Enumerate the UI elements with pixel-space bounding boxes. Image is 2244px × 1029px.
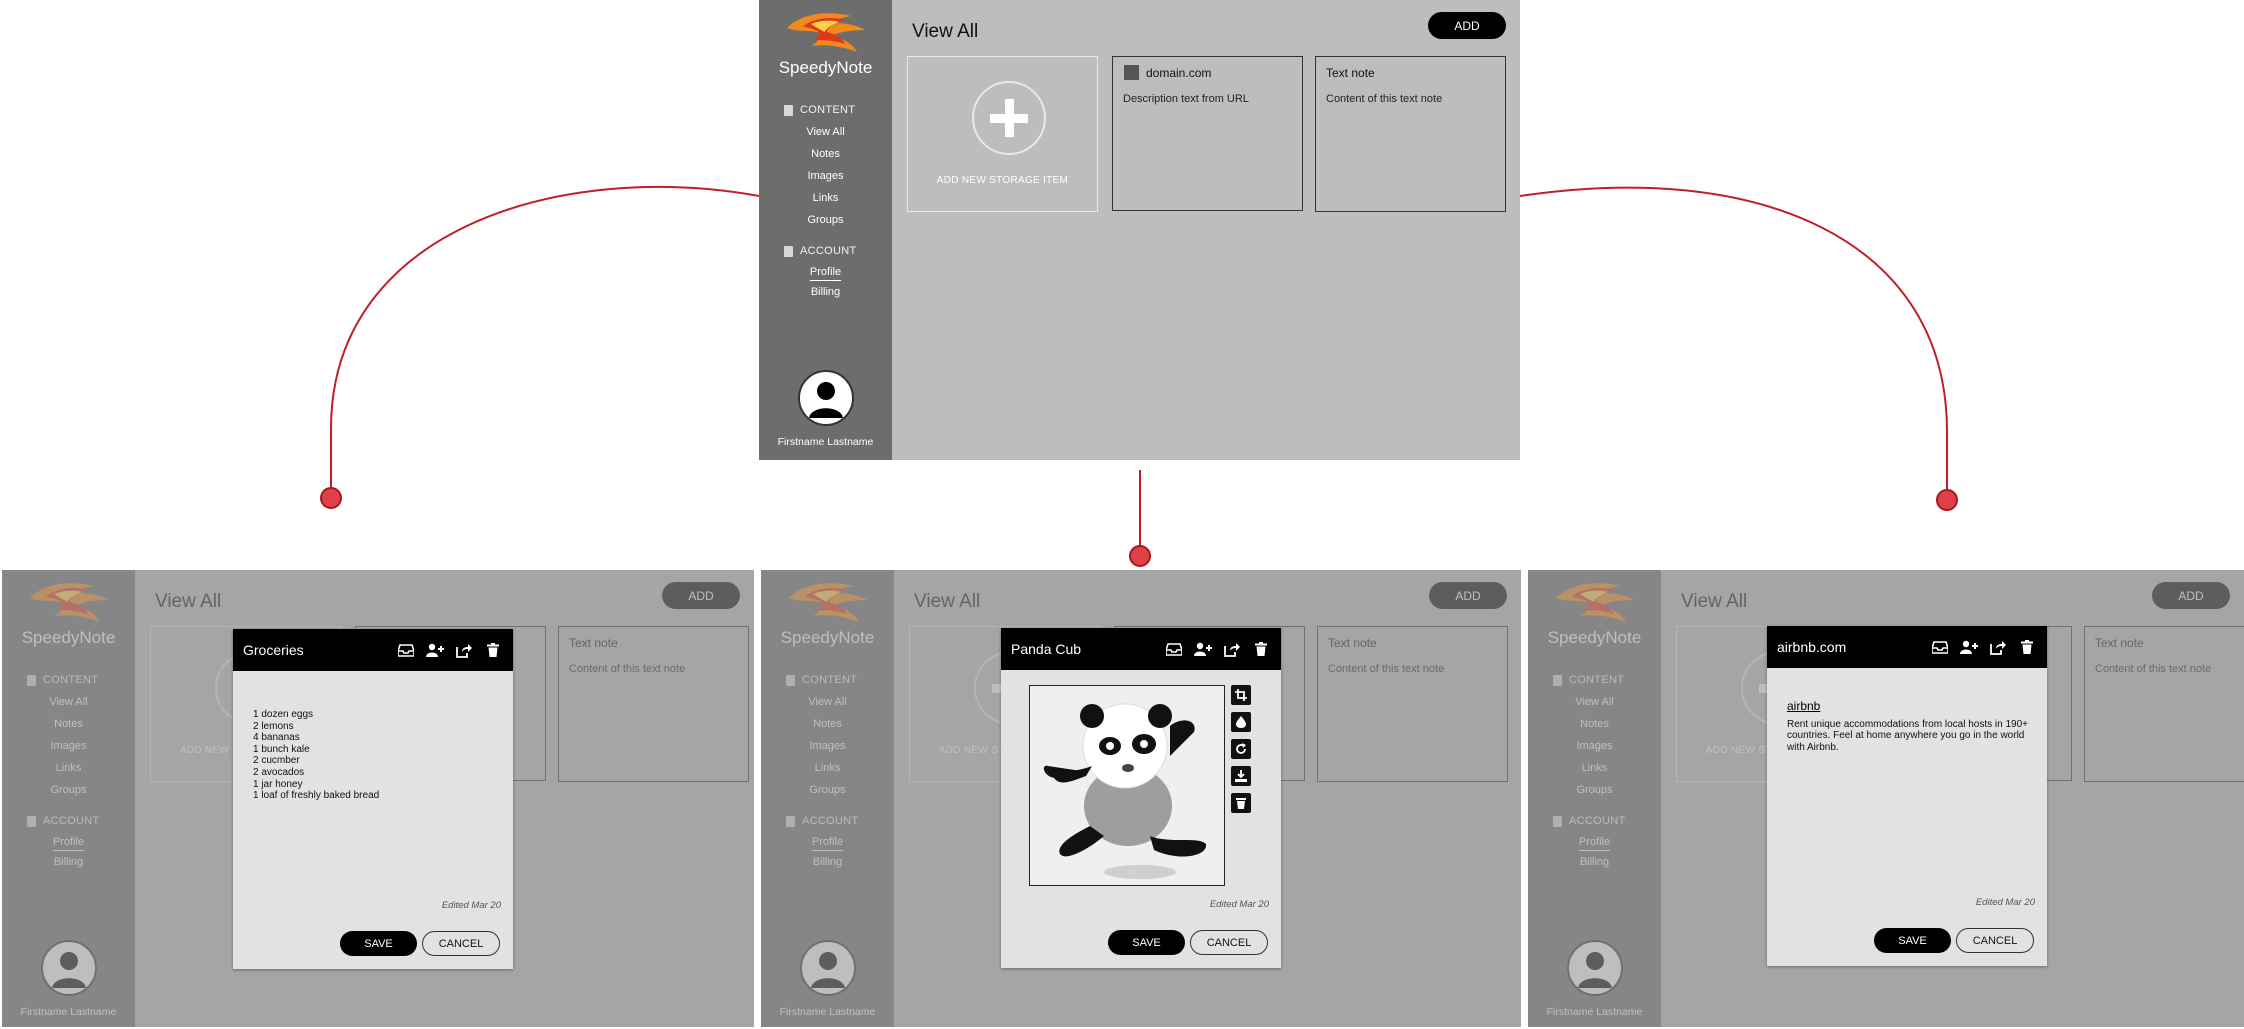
sidebar-item-profile[interactable]: Profile: [759, 266, 892, 278]
sidebar-item-view-all[interactable]: View All: [759, 126, 892, 138]
add-new-storage-item-label: ADD NEW STORAGE ITEM: [936, 175, 1069, 186]
note-line: 4 bananas: [253, 732, 300, 744]
modal-title: Groceries: [243, 642, 304, 658]
sidebar-item-notes[interactable]: Notes: [759, 148, 892, 160]
note-modal: Groceries 1 dozen eggs 2 lemons 4 banana…: [233, 629, 513, 969]
add-user-icon[interactable]: [1193, 639, 1213, 659]
connector-right: [1519, 186, 1948, 499]
user-avatar[interactable]: [798, 370, 854, 426]
inbox-icon[interactable]: [1930, 637, 1950, 657]
edited-timestamp: Edited Mar 20: [441, 900, 501, 911]
save-button[interactable]: SAVE: [1108, 930, 1185, 955]
connector-dot-center: [1129, 545, 1151, 567]
sidebar-item-groups[interactable]: Groups: [759, 214, 892, 226]
account-section-heading: ACCOUNT: [784, 245, 857, 257]
edited-timestamp: Edited Mar 20: [1975, 897, 2035, 908]
favicon-icon: [1124, 65, 1139, 80]
modal-header: airbnb.com: [1767, 626, 2047, 668]
cancel-button[interactable]: CANCEL: [1956, 928, 2034, 953]
main-view-all-screen: SpeedyNote CONTENT View All Notes Images…: [759, 0, 1520, 460]
inbox-icon[interactable]: [396, 640, 416, 660]
modal-header: Groceries: [233, 629, 513, 671]
modal-title: Panda Cub: [1011, 641, 1082, 657]
account-heading-label: ACCOUNT: [800, 245, 857, 257]
note-line: 1 jar honey: [253, 778, 303, 790]
link-title[interactable]: airbnb: [1787, 700, 2029, 713]
save-button[interactable]: SAVE: [1874, 928, 1951, 953]
link-description: Rent unique accommodations from local ho…: [1787, 718, 2028, 753]
brand-name: SpeedyNote: [778, 58, 873, 77]
note-line: 1 dozen eggs: [253, 709, 314, 720]
save-button[interactable]: SAVE: [340, 931, 417, 956]
content-heading-label: CONTENT: [800, 104, 856, 116]
crop-icon[interactable]: [1231, 685, 1251, 705]
link-edit-screen: SpeedyNote CONTENT View All Notes Images…: [1528, 570, 2244, 1027]
book-icon: [784, 104, 793, 116]
user-name: Firstname Lastname: [777, 436, 874, 448]
link-card-title: domain.com: [1146, 66, 1212, 80]
cancel-button[interactable]: CANCEL: [422, 931, 500, 956]
speedynote-logo: [759, 6, 892, 58]
text-card-description: Content of this text note: [1326, 93, 1443, 105]
image-modal: Panda Cub Edited Mar 20 SAVE CANCEL: [1001, 628, 1281, 968]
image-tools: [1231, 685, 1251, 813]
note-line: 2 cucmber: [253, 755, 300, 767]
cancel-button[interactable]: CANCEL: [1190, 930, 1268, 955]
sidebar-item-links[interactable]: Links: [759, 192, 892, 204]
share-icon[interactable]: [454, 640, 474, 660]
share-icon[interactable]: [1988, 637, 2008, 657]
drop-icon[interactable]: [1231, 712, 1251, 732]
sidebar-item-billing[interactable]: Billing: [759, 286, 892, 298]
link-card-description: Description text from URL: [1123, 93, 1249, 105]
trash-icon[interactable]: [1251, 639, 1271, 659]
download-icon[interactable]: [1231, 766, 1251, 786]
add-user-icon[interactable]: [1959, 637, 1979, 657]
panda-illustration: [1043, 703, 1207, 879]
modal-header: Panda Cub: [1001, 628, 1281, 670]
note-edit-screen: SpeedyNote CONTENT View All Notes Images…: [2, 570, 754, 1027]
text-note-card[interactable]: Text note Content of this text note: [1315, 56, 1506, 212]
connector-dot-right: [1936, 489, 1958, 511]
user-icon: [809, 382, 843, 418]
note-content[interactable]: 1 dozen eggs 2 lemons 4 bananas 1 bunch …: [253, 709, 495, 802]
trash-icon[interactable]: [1231, 793, 1251, 813]
link-card[interactable]: domain.com Description text from URL: [1112, 56, 1303, 211]
trash-icon[interactable]: [483, 640, 503, 660]
link-modal: airbnb.com airbnb Rent unique accommodat…: [1767, 626, 2047, 966]
add-button[interactable]: ADD: [1428, 12, 1506, 39]
edited-timestamp: Edited Mar 20: [1209, 899, 1269, 910]
text-card-title: Text note: [1326, 66, 1375, 80]
panda-image[interactable]: [1029, 685, 1225, 886]
content-section-heading: CONTENT: [784, 104, 855, 116]
share-icon[interactable]: [1222, 639, 1242, 659]
sidebar-item-images[interactable]: Images: [759, 170, 892, 182]
rotate-icon[interactable]: [1231, 739, 1251, 759]
sidebar: SpeedyNote CONTENT View All Notes Images…: [759, 0, 892, 460]
connector-dot-left: [320, 487, 342, 509]
note-line: 2 lemons: [253, 720, 294, 732]
page-title: View All: [912, 21, 979, 42]
modal-title: airbnb.com: [1777, 639, 1847, 655]
connector-left: [329, 185, 760, 497]
note-line: 1 bunch kale: [253, 743, 310, 755]
note-line: 2 avocados: [253, 766, 305, 778]
trash-icon[interactable]: [2017, 637, 2037, 657]
account-book-icon: [784, 245, 793, 257]
plus-icon: [972, 81, 1046, 155]
add-new-storage-item-card[interactable]: ADD NEW STORAGE ITEM: [907, 56, 1098, 212]
add-user-icon[interactable]: [425, 640, 445, 660]
link-content: airbnb Rent unique accommodations from l…: [1787, 700, 2029, 753]
inbox-icon[interactable]: [1164, 639, 1184, 659]
note-line: 1 loaf of freshly baked bread: [253, 790, 380, 802]
image-edit-screen: SpeedyNote CONTENT View All Notes Images…: [761, 570, 1521, 1027]
